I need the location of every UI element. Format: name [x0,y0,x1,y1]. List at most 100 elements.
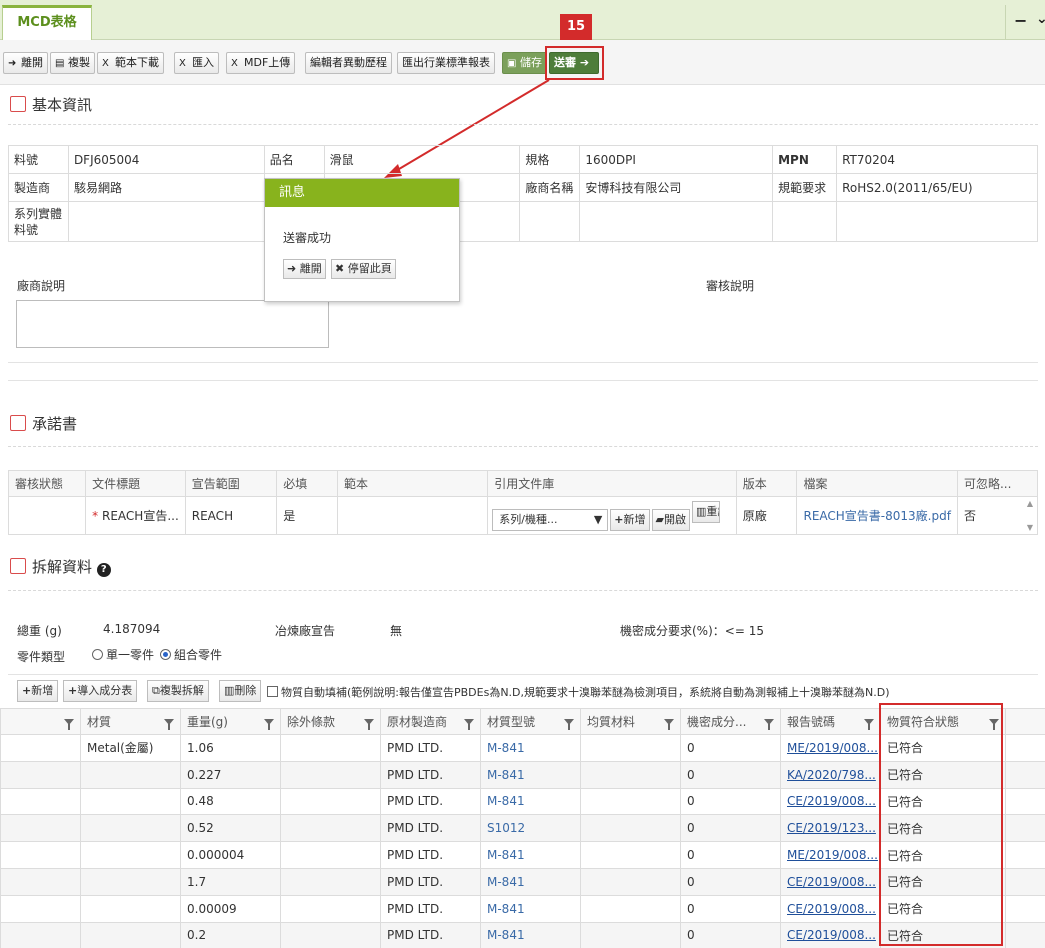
cell-report-text[interactable]: CE/2019/008... [787,902,876,916]
scroll-up-icon[interactable]: ▲ [1027,499,1033,508]
library-add-button[interactable]: +新增 [610,508,650,531]
cell-material [80,921,181,948]
cell-report-text[interactable]: CE/2019/008... [787,875,876,889]
combo-part-label: 組合零件 [174,648,223,662]
cell-confidential-text: 0 [687,794,695,809]
cell-report[interactable]: KA/2020/798... [780,760,881,789]
cell-report-text[interactable]: ME/2019/008... [787,848,878,862]
cell-raw-maker-text: PMD LTD. [387,901,444,916]
cell-report[interactable]: ME/2019/008... [780,841,881,869]
cell-report[interactable]: CE/2019/123... [780,814,881,843]
col-raw-maker[interactable]: 原材製造商 [380,708,481,735]
cell-confidential: 0 [680,734,781,762]
filter-icon[interactable] [364,719,374,730]
vendor-value: 安博科技有限公司 [579,173,774,202]
smelter-label: 冶煉廠宣告 [275,624,336,638]
cell-report-text[interactable]: CE/2019/008... [787,794,876,808]
filter-icon[interactable] [764,719,774,730]
filter-icon[interactable] [564,719,574,730]
cell-report[interactable]: CE/2019/008... [780,867,881,896]
cell-weight: 0.52 [180,814,281,843]
library-select[interactable]: 系列/機種... ▼ [492,508,609,531]
cell-homogeneous [580,787,681,816]
cell-weight: 0.2 [180,921,281,948]
regulation-value: RoHS2.0(2011/65/EU) [836,173,1038,202]
col-confidential-label: 機密成分... [687,715,747,729]
cell-report[interactable]: ME/2019/008... [780,734,881,762]
cell-raw-maker: PMD LTD. [380,921,481,948]
cell-hidden [0,734,81,762]
file-link[interactable]: REACH宣告書-8013廠.pdf [803,509,950,523]
teardown-add-label: 新增 [31,684,54,697]
cell-homogeneous [580,867,681,896]
import-composition-label: 導入成分表 [77,684,133,697]
auto-fill-option[interactable]: 物質自動填補(範例說明:報告僅宣告PBDEs為N.D,規範要求十溴聯苯醚為檢測項… [267,684,890,700]
empty-cell [579,201,774,242]
filter-icon[interactable] [264,719,274,730]
col-report[interactable]: 報告號碼 [780,708,881,735]
cell-confidential-text: 0 [687,740,695,755]
cell-report-text[interactable]: KA/2020/798... [787,768,876,782]
cell-hidden [0,867,81,896]
radio-combo-part[interactable]: 組合零件 [160,646,222,663]
cell-report-text[interactable]: CE/2019/123... [787,821,876,835]
part-no-value: DFJ605004 [67,145,265,174]
col-hidden[interactable] [0,708,81,735]
cell-report-text[interactable]: CE/2019/008... [787,928,876,942]
radio-single-part[interactable]: 單一零件 [92,646,154,663]
cell-hidden [0,841,81,869]
col-weight[interactable]: 重量(g) [180,708,281,735]
copy-teardown-button[interactable]: ⧉複製拆解 [147,680,209,702]
col-homogeneous[interactable]: 均質材料 [580,708,681,735]
cell-exclusion [280,894,381,923]
radio-icon[interactable] [160,649,171,660]
file-cell[interactable]: REACH宣告書-8013廠.pdf [796,496,958,535]
cell-hidden [0,787,81,816]
cell-weight-text: 0.00009 [187,901,237,916]
vendor-note-textarea[interactable] [16,300,329,348]
import-composition-button[interactable]: +導入成分表 [63,680,138,702]
template-cell [337,496,489,535]
col-material[interactable]: 材質 [80,708,181,735]
filter-icon[interactable] [864,719,874,730]
col-exclusion[interactable]: 除外條款 [280,708,381,735]
library-reset-button[interactable]: ▥重設 [691,500,720,523]
cell-hidden [0,814,81,843]
basic-info-table: 料號 DFJ605004 品名 滑鼠 規格 1600DPI MPN RT7020… [8,145,1038,242]
cell-weight-text: 0.48 [187,794,214,809]
cell-exclusion [280,921,381,948]
filter-icon[interactable] [464,719,474,730]
cell-raw-maker-text: PMD LTD. [387,740,444,755]
library-open-label: 開啟 [663,512,686,526]
library-open-button[interactable]: ▰開啟 [651,508,690,531]
trash-icon: ▥ [695,504,707,518]
delete-button[interactable]: ▥刪除 [219,680,262,702]
cell-report[interactable]: CE/2019/008... [780,787,881,816]
dialog-stay-button[interactable]: ✖ 停留此頁 [331,259,396,279]
cell-material [80,867,181,896]
teardown-add-button[interactable]: +新增 [17,680,59,702]
cell-model-text: M-841 [487,874,525,889]
library-select-value: 系列/機種... [499,512,558,526]
regulation-label: 規範要求 [772,173,838,202]
col-model[interactable]: 材質型號 [480,708,581,735]
scroll-down-icon[interactable]: ▼ [1027,523,1033,532]
col-version: 版本 [735,470,798,497]
dialog-leave-button[interactable]: ➜ 離開 [283,259,326,279]
radio-icon[interactable] [92,649,103,660]
cell-report[interactable]: CE/2019/008... [780,921,881,948]
cell-raw-maker: PMD LTD. [380,867,481,896]
filter-icon[interactable] [664,719,674,730]
filter-icon[interactable] [164,719,174,730]
col-confidential[interactable]: 機密成分... [680,708,781,735]
basic-info-title: 基本資訊 [32,96,93,114]
auto-fill-checkbox[interactable] [267,686,278,697]
filter-icon[interactable] [64,719,74,730]
empty-cell [519,201,581,242]
col-library: 引用文件庫 [487,470,737,497]
col-model-label: 材質型號 [487,715,536,729]
help-icon[interactable]: ? [96,563,111,577]
col-ignorable: 可忽略... [956,470,1039,497]
cell-report-text[interactable]: ME/2019/008... [787,741,878,755]
cell-report[interactable]: CE/2019/008... [780,894,881,923]
